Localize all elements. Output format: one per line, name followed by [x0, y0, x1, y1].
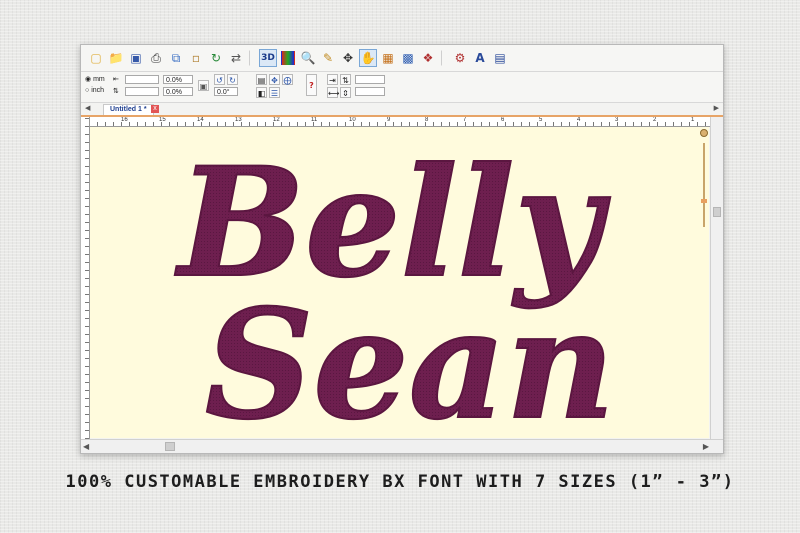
- align-list-icon[interactable]: ☰: [269, 87, 280, 98]
- measure-icon[interactable]: ✎: [319, 49, 337, 67]
- height-percent-field[interactable]: 0.0%: [163, 87, 193, 96]
- spread-h-icon[interactable]: ⟷: [327, 87, 339, 98]
- options-toolbar: ◉ mm ○ inch ⇤ ⇅ 0.0% 0.0% ▣ ↺ ↻ 0.0° ▤ ✥…: [81, 72, 723, 103]
- unit-inch-radio[interactable]: ○ inch: [85, 87, 104, 94]
- ruler-label: 15: [159, 117, 166, 123]
- paste-icon[interactable]: ▫: [187, 49, 205, 67]
- open-folder-icon[interactable]: 📁: [107, 49, 125, 67]
- unit-mm-radio[interactable]: ◉ mm: [85, 75, 105, 83]
- unit-inch-label: inch: [91, 87, 105, 94]
- main-toolbar: ▢ 📁 ▣ ⎙ ⧉ ▫ ↻ ⇄ 3D 🔍 ✎ ✥ ✋ ▦ ▩ ❖ ⚙ A ▤: [81, 45, 723, 72]
- align-top-icon[interactable]: ▤: [256, 74, 267, 85]
- width-percent-field[interactable]: 0.0%: [163, 75, 193, 84]
- fit-icon[interactable]: ⨁: [282, 74, 293, 85]
- width-field[interactable]: [125, 75, 159, 84]
- spacing-v-icon[interactable]: ⇅: [340, 74, 351, 85]
- zoom-icon[interactable]: 🔍: [299, 49, 317, 67]
- angle-field[interactable]: 0.0°: [214, 87, 238, 96]
- embroidery-design: Belly Sean: [173, 134, 616, 438]
- center-icon[interactable]: ✥: [269, 74, 280, 85]
- spacing-h-field[interactable]: [355, 75, 385, 84]
- 3d-view-button[interactable]: 3D: [259, 49, 277, 67]
- copy-icon[interactable]: ⧉: [167, 49, 185, 67]
- promo-caption: 100% CUSTOMABLE EMBROIDERY BX FONT WITH …: [65, 472, 735, 492]
- ruler-label: 4: [577, 117, 581, 123]
- document-tabs: ◀ ▶ Untitled 1 * x: [81, 103, 723, 117]
- design-line-2: Sean: [205, 277, 615, 438]
- print-icon[interactable]: ⎙: [147, 49, 165, 67]
- tab-scroll-left-icon[interactable]: ◀: [85, 103, 90, 115]
- ruler-label: 3: [615, 117, 619, 123]
- rotate-right-icon[interactable]: ↻: [227, 74, 238, 85]
- toolbar-separator: [249, 50, 255, 66]
- move-icon[interactable]: ✥: [339, 49, 357, 67]
- height-field[interactable]: [125, 87, 159, 96]
- ruler-label: 7: [463, 117, 467, 123]
- spread-v-icon[interactable]: ⇕: [340, 87, 351, 98]
- ruler-label: 6: [501, 117, 505, 123]
- color-icon[interactable]: [281, 51, 295, 65]
- ruler-label: 10: [349, 117, 356, 123]
- ruler-label: 2: [653, 117, 657, 123]
- lock-ratio-icon[interactable]: ▣: [198, 80, 209, 91]
- ruler-label: 13: [235, 117, 242, 123]
- vertical-scrollbar[interactable]: [710, 117, 723, 439]
- flip-icon[interactable]: ⇄: [227, 49, 245, 67]
- editor-window: ▢ 📁 ▣ ⎙ ⧉ ▫ ↻ ⇄ 3D 🔍 ✎ ✥ ✋ ▦ ▩ ❖ ⚙ A ▤ ◉…: [80, 44, 724, 454]
- align-left-icon[interactable]: ◧: [256, 87, 267, 98]
- stitch-icon[interactable]: ▩: [399, 49, 417, 67]
- vertical-scroll-thumb[interactable]: [713, 207, 721, 217]
- height-icon: ⇅: [113, 87, 119, 95]
- new-file-icon[interactable]: ▢: [87, 49, 105, 67]
- vertical-ruler: [81, 117, 90, 439]
- grid-icon[interactable]: ▦: [379, 49, 397, 67]
- ruler-label: 16: [121, 117, 128, 123]
- design-icon[interactable]: ❖: [419, 49, 437, 67]
- zoom-slider[interactable]: [700, 129, 708, 229]
- scroll-left-icon[interactable]: ◀: [83, 440, 89, 453]
- unit-mm-label: mm: [93, 76, 105, 83]
- ruler-label: 14: [197, 117, 204, 123]
- zoom-track: [703, 143, 705, 227]
- tab-scroll-right-icon[interactable]: ▶: [714, 103, 719, 115]
- settings-icon[interactable]: ⚙: [451, 49, 469, 67]
- ruler-label: 12: [273, 117, 280, 123]
- hand-icon[interactable]: ✋: [359, 49, 377, 67]
- spacing-h-icon[interactable]: ⇥: [327, 74, 338, 85]
- ruler-label: 1: [691, 117, 695, 123]
- help-icon[interactable]: ?: [306, 74, 317, 96]
- design-canvas[interactable]: Belly Sean: [90, 127, 709, 438]
- rotate-left-icon[interactable]: ↺: [214, 74, 225, 85]
- ruler-label: 9: [387, 117, 391, 123]
- zoom-thumb[interactable]: [701, 199, 707, 203]
- horizontal-ruler: 16 15 14 13 12 11 10 9 8 7 6 5 4 3 2 1: [89, 117, 713, 127]
- spacing-v-field[interactable]: [355, 87, 385, 96]
- toolbar-separator: [441, 50, 447, 66]
- ruler-label: 11: [311, 117, 318, 123]
- font-icon[interactable]: A: [471, 49, 489, 67]
- ruler-label: 8: [425, 117, 429, 123]
- tab-close-button[interactable]: x: [151, 105, 159, 113]
- save-icon[interactable]: ▣: [127, 49, 145, 67]
- horizontal-scroll-thumb[interactable]: [165, 442, 175, 451]
- tab-untitled-1[interactable]: Untitled 1 *: [103, 104, 154, 115]
- compass-icon[interactable]: [700, 129, 708, 137]
- scroll-right-icon[interactable]: ▶: [703, 440, 709, 453]
- layers-icon[interactable]: ▤: [491, 49, 509, 67]
- ruler-label: 5: [539, 117, 543, 123]
- rotate-icon[interactable]: ↻: [207, 49, 225, 67]
- horizontal-scrollbar[interactable]: ◀ ▶: [81, 439, 723, 453]
- width-icon: ⇤: [113, 75, 119, 83]
